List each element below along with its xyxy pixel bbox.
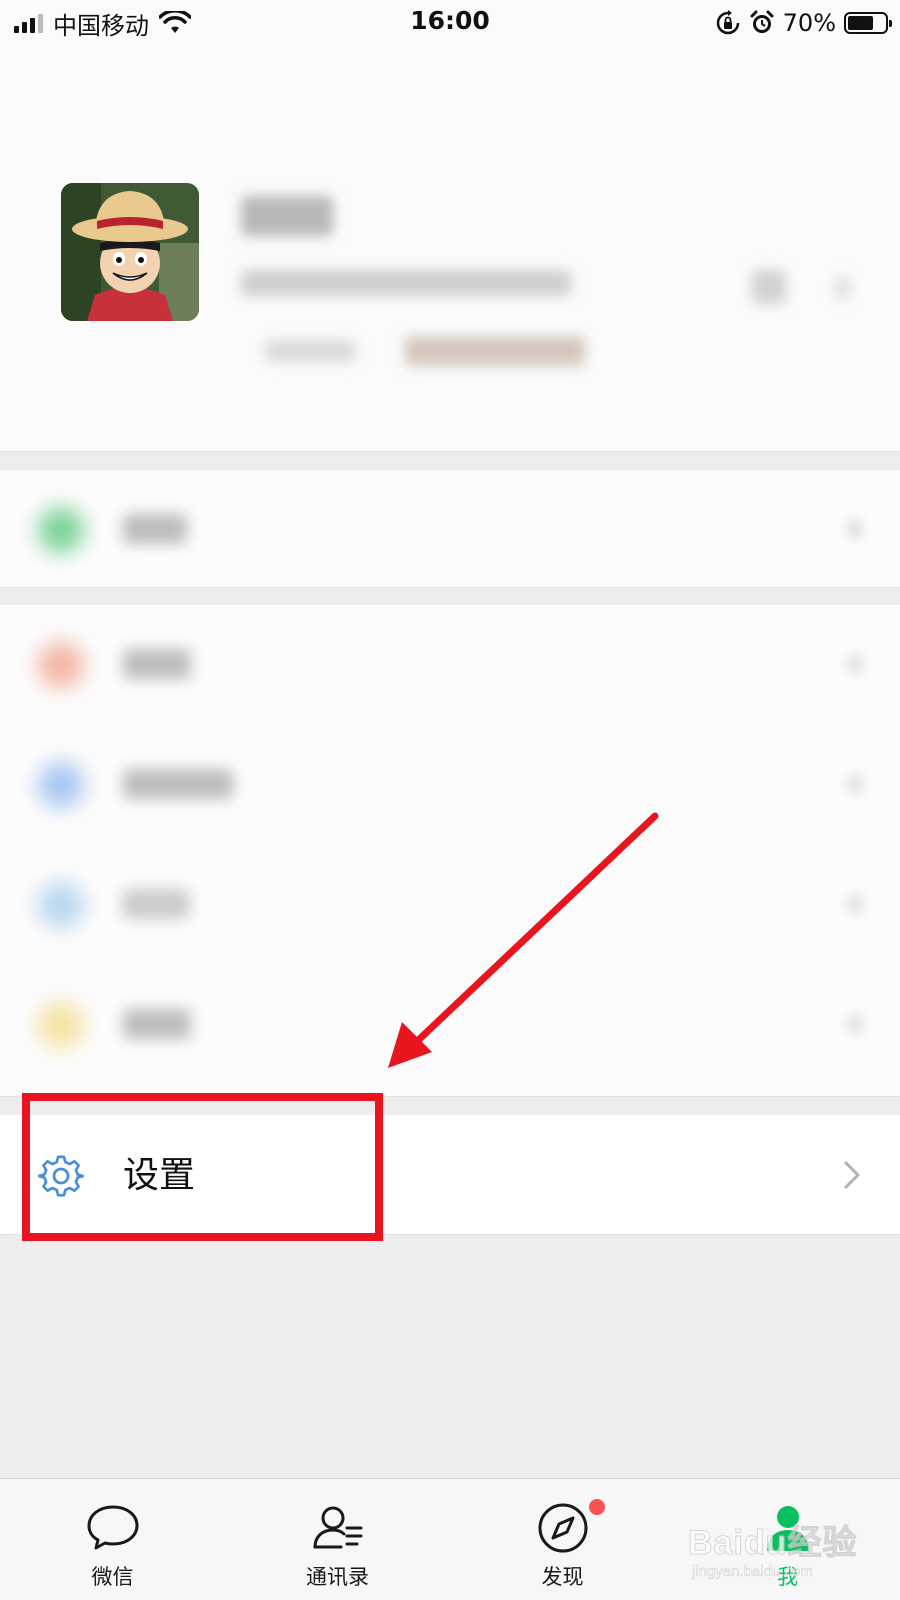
list-item[interactable] [0,605,900,723]
tab-contacts[interactable]: 通讯录 [225,1479,450,1600]
baidu-jingyan-watermark: Baidu经验 jingyan.baidu.com [687,1515,858,1585]
status-bar: 中国移动 16:00 70% [0,0,900,46]
list-item-label-blurred [123,649,191,679]
list-item[interactable] [0,470,900,588]
badge-dot [589,1499,605,1515]
avatar[interactable] [61,183,199,321]
list-group-features [0,605,900,1097]
wallet-icon [38,507,84,553]
cards-icon [38,882,84,928]
moments-icon [38,762,84,808]
chevron-right-icon [844,1161,860,1189]
profile-card[interactable] [0,46,900,452]
list-item[interactable] [0,725,900,843]
compass-icon [538,1503,588,1553]
annotation-highlight-box [22,1093,383,1241]
chevron-right-icon [848,520,862,538]
profile-name-blurred [241,196,333,236]
chevron-right-icon [848,775,862,793]
profile-chevron-icon [836,276,850,300]
favorites-icon [38,642,84,688]
battery-percent: 70% [782,9,836,37]
list-group-pay [0,470,900,588]
chat-bubble-icon [87,1505,139,1550]
chevron-right-icon [848,895,862,913]
rotation-lock-icon [716,10,739,35]
list-item-label-blurred [123,514,187,544]
tab-label: 通讯录 [306,1565,369,1589]
profile-friends-blurred [405,336,585,366]
tab-label: 微信 [91,1565,134,1589]
profile-id-blurred [241,270,571,296]
list-item-label-blurred [123,889,189,919]
stickers-icon [38,1002,84,1048]
list-item[interactable] [0,845,900,963]
list-item[interactable] [0,965,900,1083]
tab-chats[interactable]: 微信 [0,1479,225,1600]
list-item-label-blurred [123,1009,191,1039]
battery-icon [844,12,892,34]
status-right: 70% [715,8,892,38]
qrcode-icon[interactable] [752,270,786,304]
profile-status-blurred [265,340,355,362]
battery-fill [848,16,874,30]
chevron-right-icon [848,655,862,673]
cartoon-avatar-image [61,183,199,321]
list-item-label-blurred [123,769,233,799]
watermark-logo: Baidu经验 [687,1524,858,1563]
contacts-icon [313,1506,363,1549]
watermark-url: jingyan.baidu.com [692,1563,814,1581]
tab-discover[interactable]: 发现 [450,1479,675,1600]
chevron-right-icon [848,1015,862,1033]
tab-label: 发现 [541,1565,584,1589]
alarm-icon [750,10,774,33]
